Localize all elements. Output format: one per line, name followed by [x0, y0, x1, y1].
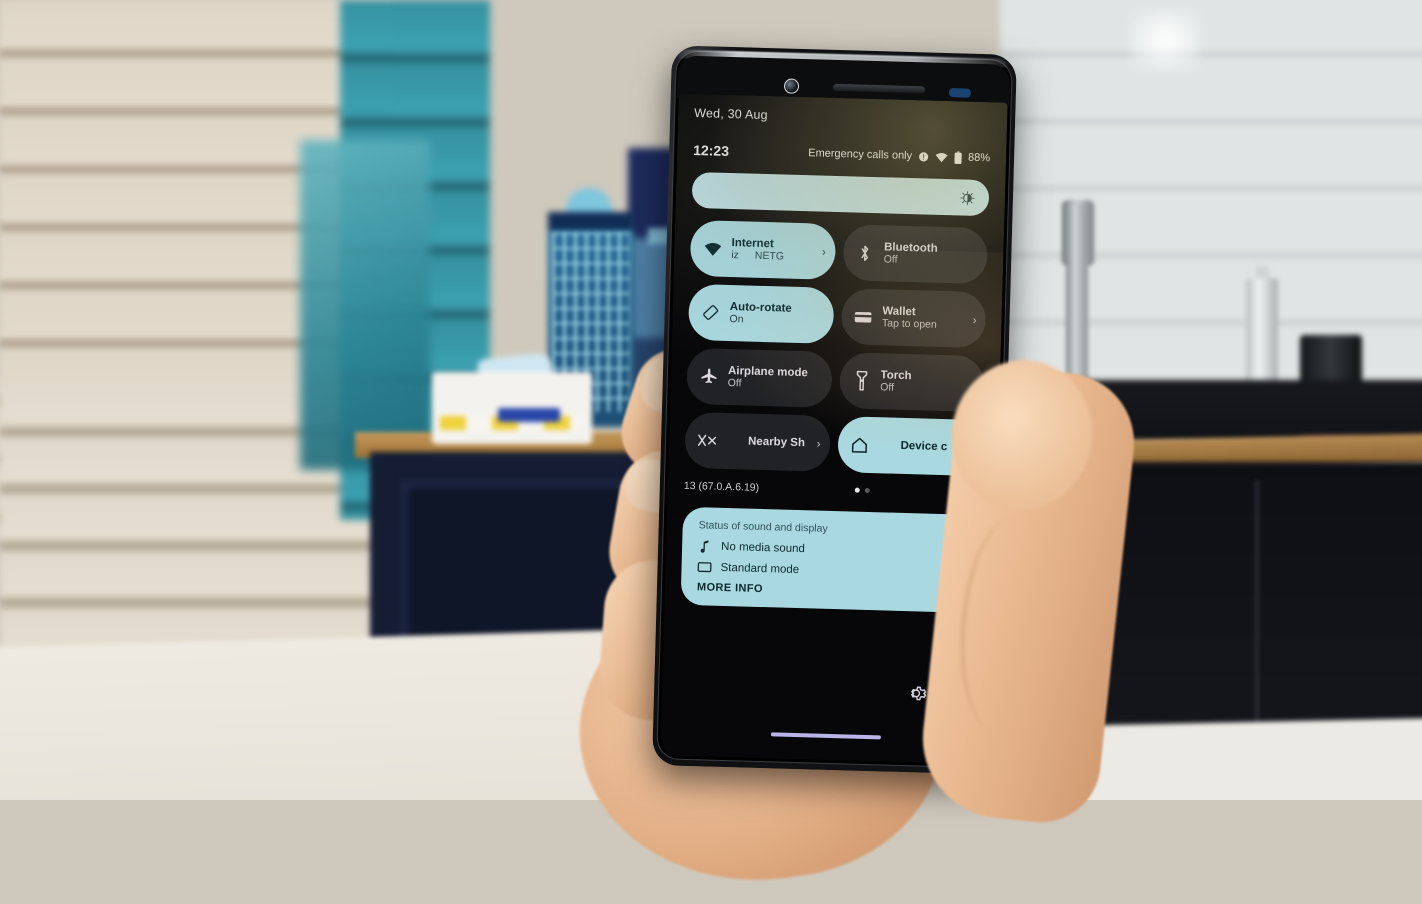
brightness-slider[interactable] — [691, 171, 990, 217]
tile-wallet-sub: Tap to open — [881, 317, 937, 331]
battery-icon — [954, 150, 962, 164]
wifi-icon — [702, 238, 723, 259]
teal-tile-wall-accent — [300, 140, 430, 470]
tile-bluetooth[interactable]: Bluetooth Off — [842, 224, 989, 285]
battery-percent: 88% — [967, 151, 991, 165]
proximity-sensor-icon — [948, 88, 972, 98]
auto-rotate-icon — [700, 302, 721, 323]
tissue-box-label — [498, 408, 560, 422]
tile-internet-sub: NETG — [754, 249, 785, 263]
chevron-right-icon[interactable]: › — [822, 245, 826, 259]
brightness-icon — [960, 190, 975, 205]
tile-row-1: Internet iz NETG › Bluetooth Off — [689, 219, 989, 285]
thumb-group — [570, 330, 1142, 829]
status-bar-row: 12:23 Emergency calls only 88% — [693, 142, 990, 166]
no-sim-icon — [918, 151, 929, 162]
tile-internet[interactable]: Internet iz NETG › — [689, 219, 836, 280]
bluetooth-icon — [855, 243, 876, 264]
wallet-icon — [853, 306, 874, 327]
cabinet-seam — [1255, 480, 1259, 730]
chevron-right-icon[interactable]: › — [972, 313, 976, 327]
front-camera-icon — [783, 78, 800, 94]
tile-auto-rotate-sub: On — [729, 313, 744, 326]
tile-internet-sub-left: iz — [731, 249, 740, 262]
status-date: Wed, 30 Aug — [694, 105, 768, 123]
ceiling-light-glow — [1130, 10, 1200, 70]
wifi-icon — [935, 151, 948, 162]
carrier-label: Emergency calls only — [808, 147, 913, 163]
status-clock: 12:23 — [692, 141, 730, 159]
tile-bluetooth-sub: Off — [883, 253, 898, 266]
earpiece-speaker-icon — [832, 83, 926, 94]
status-icons: Emergency calls only 88% — [808, 147, 990, 165]
